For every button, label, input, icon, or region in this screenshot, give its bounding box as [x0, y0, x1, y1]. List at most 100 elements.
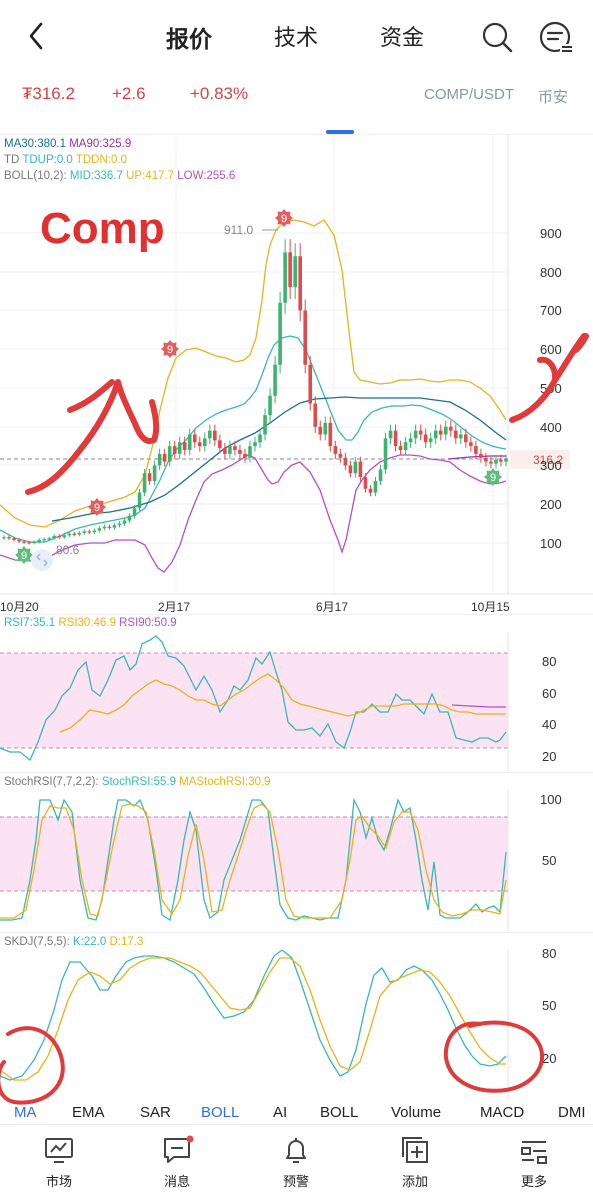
stochrsi-chart[interactable] [0, 790, 510, 932]
candle-body [87, 531, 92, 533]
message-icon [164, 1135, 194, 1163]
candle-body [92, 530, 97, 533]
x-tick: 10月20 [0, 600, 39, 614]
skdj-title: SKDJ(7,5,5): [4, 936, 70, 948]
candle-body [293, 256, 297, 288]
nav-more[interactable]: 更多 [475, 1125, 593, 1201]
skdj-d-value: D:17.3 [109, 936, 144, 948]
rsi-y-tick: 20 [542, 749, 557, 764]
indicator-tab-ema[interactable]: EMA [72, 1104, 105, 1121]
candle-body [12, 538, 16, 540]
indicator-tab-sar[interactable]: SAR [140, 1104, 171, 1121]
candle-body [283, 252, 287, 303]
indicator-tab-dmi[interactable]: DMI [558, 1104, 586, 1121]
rsi90-value: RSI90:50.9 [119, 617, 177, 629]
top-nav: 报价 技术 资金 [0, 0, 593, 72]
indicator-tabs: MA EMA SAR BOLL AI BOLL Volume MACD DMI [0, 1102, 593, 1126]
nav-add[interactable]: 添加 [356, 1125, 474, 1201]
rsi-y-tick: 60 [542, 686, 557, 701]
x-tick: 6月17 [316, 600, 349, 614]
refresh-crosshair-icon[interactable] [30, 548, 60, 572]
indicator-tab-boll-sub[interactable]: BOLL [320, 1104, 358, 1121]
stochrsi-legend: StochRSI(7,7,2,2): StochRSI:55.9 MAStoch… [4, 776, 271, 788]
tab-technical[interactable]: 技术 [274, 20, 318, 52]
rsi-y-tick: 80 [542, 654, 557, 669]
candle-body [288, 252, 292, 288]
high-label: 911.0 [224, 223, 253, 237]
nav-label: 预警 [282, 1174, 309, 1189]
tab-quote[interactable]: 报价 [166, 20, 212, 54]
x-tick: 2月17 [158, 600, 191, 614]
y-tick: 700 [540, 303, 562, 318]
chart-monitor-icon [45, 1138, 73, 1163]
price-change: +2.6 [112, 84, 146, 103]
rsi30-value: RSI30:46.9 [58, 617, 116, 629]
candle-body [57, 536, 62, 538]
nav-market[interactable]: 市场 [0, 1125, 118, 1201]
list-menu-icon[interactable] [538, 20, 574, 54]
divider [0, 772, 593, 773]
candle-body [22, 541, 26, 543]
indicator-tab-volume[interactable]: Volume [391, 1104, 441, 1121]
rsi7-value: RSI7:35.1 [4, 617, 56, 629]
candle-body [82, 531, 87, 533]
candle-body [32, 541, 36, 544]
candle-body [298, 256, 302, 311]
trading-pair: COMP/USDT [424, 86, 514, 103]
bottom-nav: 市场 消息 预警 添加 更多 [0, 1124, 593, 1201]
nav-label: 添加 [401, 1174, 428, 1189]
stochrsi-value: StochRSI:55.9 [101, 776, 176, 788]
stochrsi-y-tick: 100 [540, 792, 562, 807]
skdj-legend: SKDJ(7,5,5): K:22.0 D:17.3 [4, 936, 143, 948]
candle-body [67, 533, 72, 536]
nav-alerts[interactable]: 预警 [237, 1125, 355, 1201]
y-tick: 800 [540, 265, 562, 280]
svg-text:9: 9 [281, 213, 287, 225]
svg-text:9: 9 [21, 550, 27, 562]
last-price: ₮316.2 [22, 84, 75, 103]
rsi-chart[interactable] [0, 632, 510, 772]
indicator-tab-boll[interactable]: BOLL [201, 1104, 239, 1121]
candle-body [127, 515, 132, 521]
handwritten-arrows [25, 333, 589, 495]
candle-body [7, 537, 11, 539]
candle-body [107, 526, 112, 528]
search-icon[interactable] [480, 20, 514, 54]
mastochrsi-value: MAStochRSI:30.9 [179, 776, 271, 788]
more-icon [521, 1141, 547, 1164]
nav-label: 市场 [45, 1174, 72, 1189]
candle-body [117, 523, 122, 526]
candle-body [2, 537, 6, 539]
divider [0, 614, 593, 615]
skdj-k-value: K:22.0 [73, 936, 107, 948]
stochrsi-title: StochRSI(7,7,2,2): [4, 776, 99, 788]
candle-body [97, 528, 102, 531]
ticker-row: ₮316.2 +2.6 +0.83% COMP/USDT 币安 [0, 84, 593, 112]
indicator-tab-ai[interactable]: AI [273, 1104, 287, 1121]
candle-body [47, 538, 51, 540]
stochrsi-y-tick: 50 [542, 853, 557, 868]
indicator-tab-macd[interactable]: MACD [480, 1104, 524, 1121]
candle-body [52, 536, 56, 539]
rsi-y-tick: 40 [542, 717, 557, 732]
nav-label: 消息 [163, 1174, 190, 1189]
candle-body [27, 542, 31, 544]
candle-body [42, 539, 46, 541]
add-icon [402, 1137, 428, 1163]
nav-label: 更多 [520, 1174, 547, 1189]
td-marker-sell-1: 9 [275, 209, 293, 227]
bell-icon [286, 1138, 306, 1163]
rsi-legend: RSI7:35.1 RSI30:46.9 RSI90:50.9 [4, 617, 177, 629]
tab-funds[interactable]: 资金 [380, 20, 424, 52]
candle-body [37, 539, 41, 542]
y-tick: 900 [540, 226, 562, 241]
exchange-name: 币安 [538, 89, 569, 106]
x-tick: 10月15 [471, 600, 510, 614]
nav-messages[interactable]: 消息 [118, 1125, 236, 1201]
back-arrow-icon[interactable] [22, 18, 52, 54]
indicator-tab-ma[interactable]: MA [14, 1104, 37, 1121]
divider [0, 932, 593, 933]
candle-body [112, 525, 117, 528]
price-change-percent: +0.83% [190, 84, 249, 103]
candle-body [77, 532, 82, 535]
